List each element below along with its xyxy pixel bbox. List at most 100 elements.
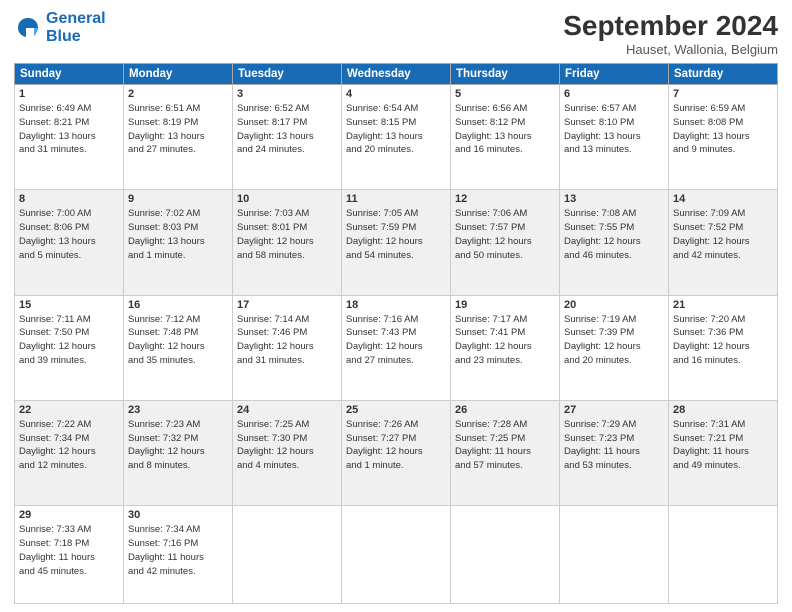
logo-icon: [14, 14, 42, 42]
day-info: Sunrise: 6:52 AMSunset: 8:17 PMDaylight:…: [237, 102, 337, 157]
day-info-line: Sunset: 7:23 PM: [564, 432, 664, 446]
day-info-line: Daylight: 11 hours: [19, 551, 119, 565]
day-info-line: Sunset: 8:03 PM: [128, 221, 228, 235]
day-info-line: Sunset: 8:21 PM: [19, 116, 119, 130]
logo-text: General Blue: [46, 10, 106, 45]
day-info-line: Daylight: 11 hours: [673, 445, 773, 459]
day-info-line: Sunrise: 7:29 AM: [564, 418, 664, 432]
day-info-line: and 35 minutes.: [128, 354, 228, 368]
day-number: 4: [346, 88, 446, 100]
day-info-line: Sunset: 8:01 PM: [237, 221, 337, 235]
day-cell: 21Sunrise: 7:20 AMSunset: 7:36 PMDayligh…: [669, 295, 778, 400]
day-number: 25: [346, 404, 446, 416]
day-cell: 27Sunrise: 7:29 AMSunset: 7:23 PMDayligh…: [560, 400, 669, 505]
day-info: Sunrise: 6:59 AMSunset: 8:08 PMDaylight:…: [673, 102, 773, 157]
day-info: Sunrise: 7:12 AMSunset: 7:48 PMDaylight:…: [128, 313, 228, 368]
day-number: 7: [673, 88, 773, 100]
day-info-line: Sunrise: 7:03 AM: [237, 207, 337, 221]
day-info-line: Daylight: 12 hours: [673, 340, 773, 354]
week-row-1: 8Sunrise: 7:00 AMSunset: 8:06 PMDaylight…: [15, 190, 778, 295]
day-info-line: Daylight: 12 hours: [455, 340, 555, 354]
day-cell: 3 Sunrise: 6:52 AMSunset: 8:17 PMDaylight…: [233, 85, 342, 190]
day-info: Sunrise: 6:57 AMSunset: 8:10 PMDaylight:…: [564, 102, 664, 157]
day-info-line: and 24 minutes.: [237, 143, 337, 157]
day-info-line: Daylight: 11 hours: [128, 551, 228, 565]
day-info-line: and 5 minutes.: [19, 249, 119, 263]
day-number: 14: [673, 193, 773, 205]
day-info-line: Sunrise: 7:02 AM: [128, 207, 228, 221]
day-number: 11: [346, 193, 446, 205]
day-info-line: Sunrise: 6:56 AM: [455, 102, 555, 116]
day-number: 13: [564, 193, 664, 205]
day-info: Sunrise: 7:06 AMSunset: 7:57 PMDaylight:…: [455, 207, 555, 262]
day-info-line: Sunrise: 7:05 AM: [346, 207, 446, 221]
day-info-line: Sunset: 8:08 PM: [673, 116, 773, 130]
day-info-line: Daylight: 13 hours: [128, 235, 228, 249]
day-info-line: Daylight: 12 hours: [237, 235, 337, 249]
day-info: Sunrise: 7:23 AMSunset: 7:32 PMDaylight:…: [128, 418, 228, 473]
day-number: 21: [673, 299, 773, 311]
day-number: 18: [346, 299, 446, 311]
day-number: 15: [19, 299, 119, 311]
day-info-line: and 42 minutes.: [673, 249, 773, 263]
day-info: Sunrise: 6:54 AMSunset: 8:15 PMDaylight:…: [346, 102, 446, 157]
week-row-3: 22Sunrise: 7:22 AMSunset: 7:34 PMDayligh…: [15, 400, 778, 505]
day-number: 3: [237, 88, 337, 100]
day-cell: 7 Sunrise: 6:59 AMSunset: 8:08 PMDaylight…: [669, 85, 778, 190]
day-info: Sunrise: 7:08 AMSunset: 7:55 PMDaylight:…: [564, 207, 664, 262]
day-cell: [451, 506, 560, 604]
day-cell: 23Sunrise: 7:23 AMSunset: 7:32 PMDayligh…: [124, 400, 233, 505]
day-info-line: Sunrise: 7:19 AM: [564, 313, 664, 327]
day-info: Sunrise: 6:56 AMSunset: 8:12 PMDaylight:…: [455, 102, 555, 157]
col-wednesday: Wednesday: [342, 64, 451, 85]
week-row-0: 1Sunrise: 6:49 AMSunset: 8:21 PMDaylight…: [15, 85, 778, 190]
day-number: 2: [128, 88, 228, 100]
day-cell: [342, 506, 451, 604]
day-info-line: Sunrise: 7:22 AM: [19, 418, 119, 432]
day-info: Sunrise: 7:05 AMSunset: 7:59 PMDaylight:…: [346, 207, 446, 262]
logo-line2: Blue: [46, 28, 81, 45]
day-info-line: and 8 minutes.: [128, 459, 228, 473]
day-info-line: Sunset: 7:59 PM: [346, 221, 446, 235]
day-cell: 29Sunrise: 7:33 AMSunset: 7:18 PMDayligh…: [15, 506, 124, 604]
day-info-line: and 27 minutes.: [128, 143, 228, 157]
day-info-line: and 27 minutes.: [346, 354, 446, 368]
day-cell: 14Sunrise: 7:09 AMSunset: 7:52 PMDayligh…: [669, 190, 778, 295]
day-info-line: Sunrise: 7:08 AM: [564, 207, 664, 221]
day-info-line: Sunrise: 6:51 AM: [128, 102, 228, 116]
day-info: Sunrise: 7:03 AMSunset: 8:01 PMDaylight:…: [237, 207, 337, 262]
day-info-line: Sunrise: 6:52 AM: [237, 102, 337, 116]
day-info-line: Sunrise: 7:09 AM: [673, 207, 773, 221]
day-number: 5: [455, 88, 555, 100]
day-info: Sunrise: 6:51 AMSunset: 8:19 PMDaylight:…: [128, 102, 228, 157]
day-info-line: and 13 minutes.: [564, 143, 664, 157]
day-info-line: Sunrise: 7:14 AM: [237, 313, 337, 327]
day-info-line: Sunrise: 7:06 AM: [455, 207, 555, 221]
day-info-line: Daylight: 12 hours: [564, 235, 664, 249]
month-title: September 2024: [563, 10, 778, 42]
day-info-line: and 50 minutes.: [455, 249, 555, 263]
day-info: Sunrise: 6:49 AMSunset: 8:21 PMDaylight:…: [19, 102, 119, 157]
day-info-line: Daylight: 12 hours: [455, 235, 555, 249]
day-info-line: Sunset: 7:41 PM: [455, 326, 555, 340]
day-info: Sunrise: 7:25 AMSunset: 7:30 PMDaylight:…: [237, 418, 337, 473]
day-cell: 2 Sunrise: 6:51 AMSunset: 8:19 PMDaylight…: [124, 85, 233, 190]
day-info-line: and 46 minutes.: [564, 249, 664, 263]
day-info-line: and 1 minute.: [128, 249, 228, 263]
day-info-line: Sunset: 7:52 PM: [673, 221, 773, 235]
day-cell: 5 Sunrise: 6:56 AMSunset: 8:12 PMDaylight…: [451, 85, 560, 190]
day-cell: 15Sunrise: 7:11 AMSunset: 7:50 PMDayligh…: [15, 295, 124, 400]
day-info-line: Daylight: 12 hours: [237, 340, 337, 354]
day-info-line: Daylight: 12 hours: [564, 340, 664, 354]
day-cell: [669, 506, 778, 604]
day-info: Sunrise: 7:19 AMSunset: 7:39 PMDaylight:…: [564, 313, 664, 368]
day-info-line: Sunrise: 7:31 AM: [673, 418, 773, 432]
day-info-line: Sunset: 7:30 PM: [237, 432, 337, 446]
day-info-line: Sunrise: 7:16 AM: [346, 313, 446, 327]
day-info-line: Daylight: 12 hours: [128, 445, 228, 459]
col-monday: Monday: [124, 64, 233, 85]
day-number: 24: [237, 404, 337, 416]
day-info: Sunrise: 7:14 AMSunset: 7:46 PMDaylight:…: [237, 313, 337, 368]
day-info-line: Sunset: 7:57 PM: [455, 221, 555, 235]
day-info-line: and 4 minutes.: [237, 459, 337, 473]
